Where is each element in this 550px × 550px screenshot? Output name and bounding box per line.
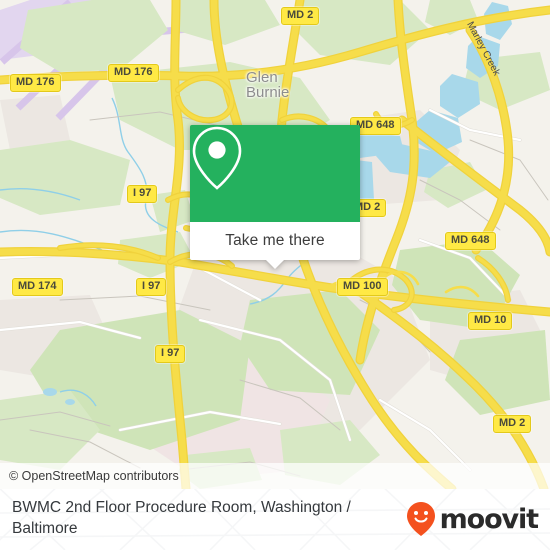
shield-md-2-south[interactable]: MD 2 xyxy=(493,415,532,433)
map-pin-icon xyxy=(192,126,242,190)
popup-pointer-tail xyxy=(265,259,285,269)
popup-header xyxy=(190,125,360,222)
shield-md-100[interactable]: MD 100 xyxy=(337,278,388,296)
shield-md-174[interactable]: MD 174 xyxy=(12,278,63,296)
map-screenshot: .g{fill:#d7e8c4} .g2{fill:#cfe4b8} .res{… xyxy=(0,0,550,550)
moovit-logo[interactable]: moovit xyxy=(406,489,550,537)
moovit-wordmark: moovit xyxy=(439,503,540,535)
shield-i-97-mid[interactable]: I 97 xyxy=(136,278,167,296)
footer-bar: BWMC 2nd Floor Procedure Room, Washingto… xyxy=(0,489,550,550)
openstreetmap-attribution[interactable]: © OpenStreetMap contributors xyxy=(0,469,179,483)
destination-popup-card[interactable]: Take me there xyxy=(190,125,360,269)
shield-i-97-north[interactable]: I 97 xyxy=(127,185,158,203)
take-me-there-label: Take me there xyxy=(225,232,325,249)
shield-md-648-east[interactable]: MD 648 xyxy=(445,232,496,250)
map-attribution-bar: © OpenStreetMap contributors xyxy=(0,463,550,489)
shield-md-2-north[interactable]: MD 2 xyxy=(281,7,320,25)
shield-i-97-south[interactable]: I 97 xyxy=(155,345,186,363)
map-canvas[interactable]: .g{fill:#d7e8c4} .g2{fill:#cfe4b8} .res{… xyxy=(0,0,550,489)
popup-action-bar[interactable]: Take me there xyxy=(190,222,360,269)
shield-md-10[interactable]: MD 10 xyxy=(468,312,513,330)
shield-md-176[interactable]: MD 176 xyxy=(108,64,159,82)
map-label-glen-burnie: Glen Burnie xyxy=(246,69,290,101)
moovit-pin-smiley-icon xyxy=(406,502,435,536)
location-caption: BWMC 2nd Floor Procedure Room, Washingto… xyxy=(12,499,351,537)
shield-md-176-west[interactable]: MD 176 xyxy=(10,74,61,92)
